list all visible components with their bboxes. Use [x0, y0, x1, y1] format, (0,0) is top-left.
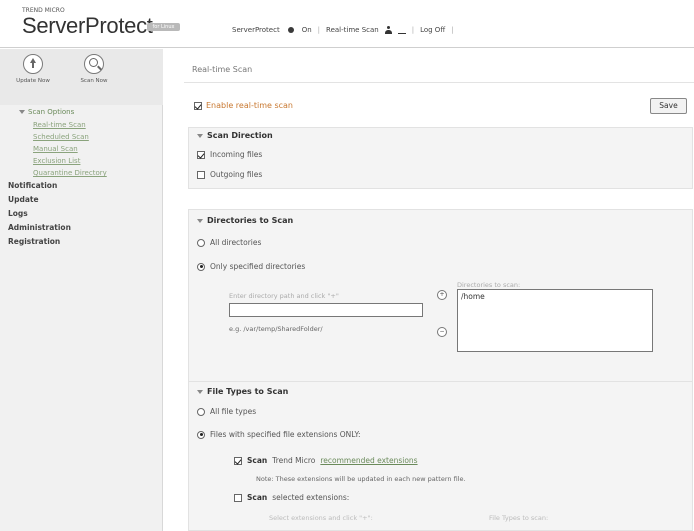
sidebar-item-exclusion-list[interactable]: Exclusion List — [0, 155, 163, 167]
sidebar-item-notification[interactable]: Notification — [0, 179, 163, 193]
scan-selected-checkbox[interactable] — [234, 493, 242, 502]
sidebar-item-quarantine-directory[interactable]: Quarantine Directory — [0, 167, 163, 179]
directories-heading[interactable]: Directories to Scan — [197, 216, 293, 225]
magnifier-icon — [84, 54, 104, 74]
page-title: Real-time Scan — [192, 65, 253, 74]
directories-list[interactable]: /home — [457, 289, 653, 352]
update-now-button[interactable]: Update Now — [13, 54, 53, 84]
logoff-link[interactable]: Log Off — [420, 26, 445, 34]
file-types-heading[interactable]: File Types to Scan — [197, 387, 288, 396]
scan-direction-section: Scan Direction Incoming files Outgoing f… — [188, 127, 693, 189]
recommended-extensions-note: Note: These extensions will be updated i… — [256, 475, 466, 483]
specified-directories-label: Only specified directories — [210, 262, 306, 271]
all-directories-radio[interactable] — [197, 238, 205, 247]
user-icon — [384, 25, 392, 34]
sidebar-item-administration[interactable]: Administration — [0, 221, 163, 235]
realtime-status-label: ServerProtect — [232, 25, 280, 34]
collapse-triangle-icon — [197, 218, 203, 223]
title-divider — [184, 82, 694, 83]
update-arrow-icon — [23, 54, 43, 74]
save-button[interactable]: Save — [650, 98, 687, 114]
all-file-types-option: All file types — [197, 407, 256, 416]
specified-directories-option: Only specified directories — [197, 262, 305, 271]
scan-now-label: Scan Now — [80, 78, 108, 84]
enable-realtime-row: Enable real-time scan — [194, 101, 293, 110]
sidebar: Update Now Scan Now Scan Options Real-ti… — [0, 49, 163, 531]
scan-recommended-checkbox[interactable] — [234, 456, 242, 465]
sidebar-item-real-time-scan[interactable]: Real-time Scan — [0, 119, 163, 131]
status-on-icon — [287, 26, 294, 33]
sidebar-toolbar: Update Now Scan Now — [0, 49, 163, 105]
directories-section: Directories to Scan All directories Only… — [188, 209, 693, 384]
directory-list-item[interactable]: /home — [461, 292, 649, 301]
specified-directories-radio[interactable] — [197, 262, 205, 271]
main-content: Real-time Scan Enable real-time scan Sav… — [172, 49, 694, 531]
all-file-types-radio[interactable] — [197, 407, 205, 416]
specified-extensions-option: Files with specified file extensions ONL… — [197, 430, 361, 439]
outgoing-files-option: Outgoing files — [197, 170, 262, 179]
incoming-files-option: Incoming files — [197, 150, 262, 159]
sidebar-menu: Scan Options Real-time Scan Scheduled Sc… — [0, 105, 163, 249]
collapse-triangle-icon — [197, 133, 203, 138]
all-directories-label: All directories — [210, 238, 262, 247]
specified-extensions-radio[interactable] — [197, 430, 205, 439]
sidebar-item-registration[interactable]: Registration — [0, 235, 163, 249]
product-edition-badge: for Linux — [147, 23, 180, 31]
all-file-types-label: All file types — [210, 407, 257, 416]
sidebar-item-manual-scan[interactable]: Manual Scan — [0, 143, 163, 155]
sidebar-item-update[interactable]: Update — [0, 193, 163, 207]
realtime-status-value: On — [301, 25, 312, 34]
directories-list-label: Directories to scan: — [457, 281, 521, 289]
sidebar-item-scan-options[interactable]: Scan Options — [0, 105, 163, 119]
expand-triangle-icon — [19, 110, 25, 114]
sidebar-item-logs[interactable]: Logs — [0, 207, 163, 221]
update-now-label: Update Now — [16, 78, 50, 84]
product-logo: ServerProtect — [22, 13, 153, 38]
directory-path-input[interactable] — [229, 303, 423, 317]
sidebar-item-scheduled-scan[interactable]: Scheduled Scan — [0, 131, 163, 143]
top-navigation: ServerProtect On | Real-time Scan | Log … — [232, 25, 454, 34]
file-types-section: File Types to Scan All file types Files … — [188, 381, 693, 531]
scan-now-button[interactable]: Scan Now — [74, 54, 114, 84]
incoming-files-label: Incoming files — [210, 150, 263, 159]
select-extensions-label: Select extensions and click "+": — [269, 514, 373, 522]
file-types-list-label: File Types to scan: — [489, 514, 549, 522]
scan-recommended-option: Scan Trend Micro recommended extensions — [234, 456, 418, 465]
enable-realtime-label: Enable real-time scan — [206, 101, 293, 110]
outgoing-files-label: Outgoing files — [210, 170, 263, 179]
enable-realtime-checkbox[interactable] — [194, 101, 202, 110]
user-menu-indicator[interactable] — [397, 33, 406, 34]
all-directories-option: All directories — [197, 238, 261, 247]
outgoing-files-checkbox[interactable] — [197, 170, 205, 179]
collapse-triangle-icon — [197, 389, 203, 394]
incoming-files-checkbox[interactable] — [197, 150, 205, 159]
directory-path-label: Enter directory path and click "+" — [229, 292, 339, 300]
add-directory-button[interactable]: + — [437, 290, 447, 300]
recommended-extensions-link[interactable]: recommended extensions — [320, 456, 417, 465]
realtime-scan-link[interactable]: Real-time Scan — [326, 26, 379, 34]
scan-selected-option: Scan selected extensions: — [234, 493, 349, 502]
scan-direction-heading[interactable]: Scan Direction — [197, 131, 273, 140]
remove-directory-button[interactable]: − — [437, 327, 447, 337]
app-header: TREND MICRO ServerProtect for Linux Serv… — [0, 0, 694, 48]
specified-extensions-label: Files with specified file extensions ONL… — [210, 430, 361, 439]
directory-path-example: e.g. /var/temp/SharedFolder/ — [229, 325, 323, 333]
